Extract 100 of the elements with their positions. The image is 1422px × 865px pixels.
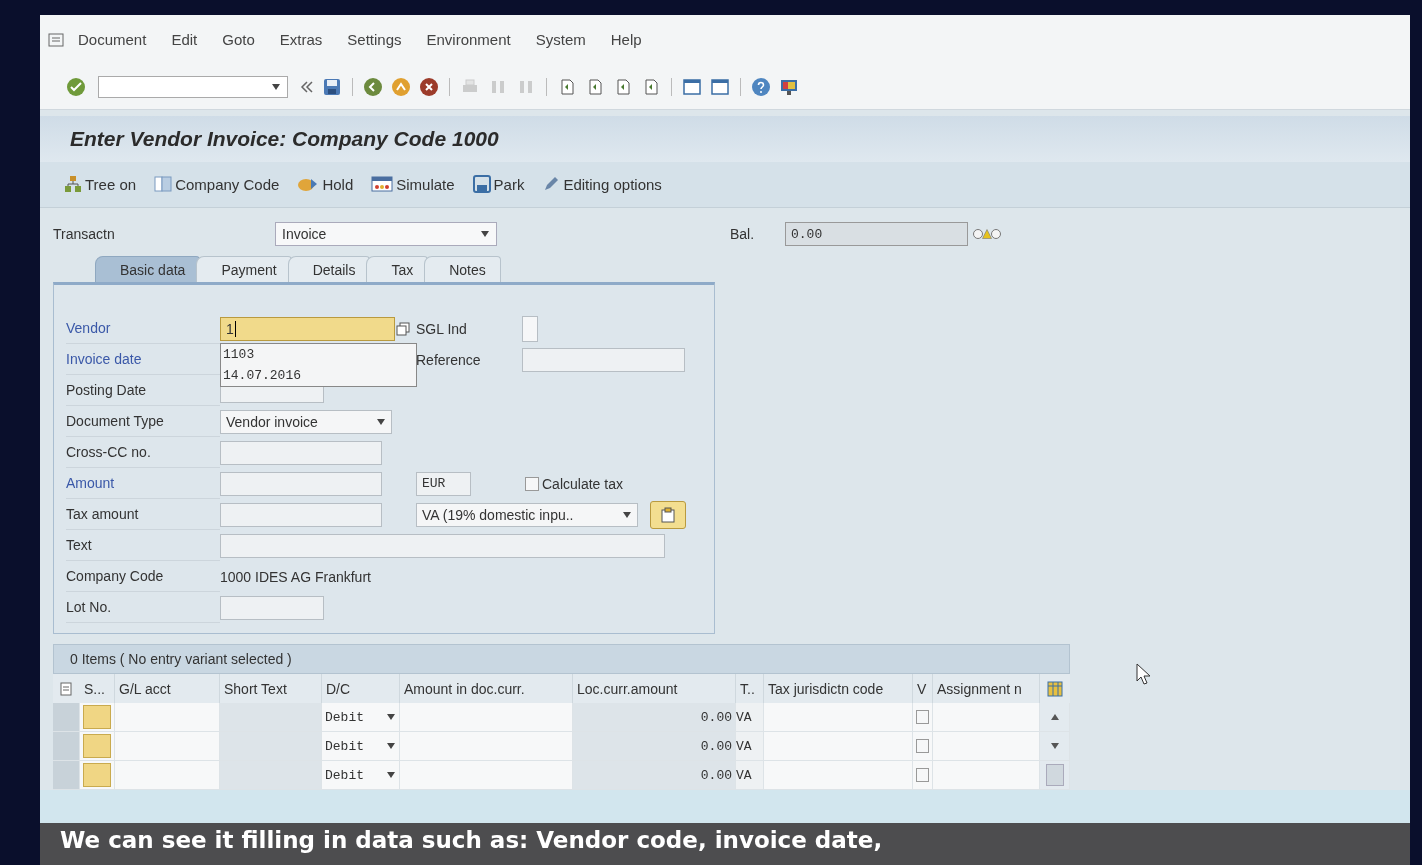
select-all-icon[interactable] xyxy=(59,680,74,697)
suggestion-item[interactable]: 1103 xyxy=(221,343,416,365)
table-cell: 0.00 xyxy=(573,732,736,761)
menu-icon[interactable] xyxy=(48,32,64,47)
table-cell[interactable] xyxy=(115,703,220,732)
document-icon xyxy=(154,175,173,194)
table-settings-icon[interactable] xyxy=(1047,680,1063,697)
menu-item[interactable]: Extras xyxy=(279,31,323,49)
menu-item[interactable]: Goto xyxy=(222,31,255,49)
tab[interactable]: Notes xyxy=(424,256,501,282)
shortcut-icon[interactable] xyxy=(710,76,730,97)
row-selector[interactable] xyxy=(53,732,80,761)
checkbox[interactable] xyxy=(916,768,929,782)
menu-item[interactable]: Help xyxy=(610,31,642,49)
double-chevron-icon[interactable] xyxy=(300,79,314,94)
save-icon[interactable] xyxy=(322,76,342,97)
dropdown[interactable]: Vendor invoice xyxy=(220,409,392,434)
caret-icon xyxy=(386,714,396,720)
save-icon xyxy=(472,175,491,194)
table-cell[interactable] xyxy=(764,703,913,732)
tab[interactable]: Payment xyxy=(196,256,292,282)
table-cell: VA xyxy=(736,732,764,761)
menu-item[interactable]: Edit xyxy=(171,31,198,49)
scroll-up-icon[interactable] xyxy=(1049,714,1060,720)
status-cell xyxy=(80,761,115,790)
table-cell: 0.00 xyxy=(573,761,736,790)
menu-item[interactable]: System xyxy=(535,31,586,49)
currency-field[interactable]: EUR xyxy=(416,471,471,496)
menu-item[interactable]: Environment xyxy=(426,31,511,49)
table-cell[interactable] xyxy=(933,732,1040,761)
mouse-pointer-icon xyxy=(1136,663,1152,685)
cancel-icon[interactable] xyxy=(419,76,439,97)
toolbar-button[interactable]: Simulate xyxy=(369,173,457,196)
caret-icon xyxy=(376,418,386,425)
table-icon xyxy=(371,175,394,194)
field-label: Bal. xyxy=(730,226,756,242)
table-cell[interactable] xyxy=(115,761,220,790)
toolbar-button[interactable]: Park xyxy=(470,173,527,196)
input-field[interactable] xyxy=(220,440,382,465)
table-cell[interactable] xyxy=(933,703,1040,732)
table-cell: 0.00 xyxy=(573,703,736,732)
input-field[interactable] xyxy=(522,347,685,372)
help-icon[interactable] xyxy=(751,76,771,97)
input-field[interactable] xyxy=(220,502,382,527)
command-field[interactable] xyxy=(98,75,288,98)
checkbox[interactable]: Calculate tax xyxy=(525,475,623,492)
toolbar-button[interactable]: Hold xyxy=(295,173,356,196)
input-field[interactable] xyxy=(220,533,665,558)
table-cell[interactable] xyxy=(764,732,913,761)
table-cell: VA xyxy=(736,761,764,790)
menu-item[interactable]: Settings xyxy=(347,31,402,49)
status-cell xyxy=(80,703,115,732)
tab[interactable]: Tax xyxy=(366,256,429,282)
input-field[interactable] xyxy=(220,595,324,620)
tax-code-dropdown[interactable]: VA (19% domestic inpu.. xyxy=(416,502,638,527)
caret-icon xyxy=(386,772,396,778)
copy-icon[interactable] xyxy=(396,321,410,336)
scroll-down-icon[interactable] xyxy=(1049,743,1060,749)
toolbar-button[interactable]: Editing options xyxy=(540,173,664,196)
debit-credit-dropdown[interactable]: Debit xyxy=(322,732,400,761)
back-icon[interactable] xyxy=(363,76,383,97)
suggestion-item[interactable]: 14.07.2016 xyxy=(221,364,416,386)
enter-icon[interactable] xyxy=(66,76,86,97)
table-cell[interactable] xyxy=(400,703,573,732)
row-selector[interactable] xyxy=(53,703,80,732)
checkbox[interactable] xyxy=(916,739,929,753)
transaction-dropdown[interactable]: Invoice xyxy=(275,222,497,246)
input-field[interactable]: 1 xyxy=(220,316,395,341)
field-label: Invoice date xyxy=(66,344,220,375)
field-label: Posting Date xyxy=(66,375,220,406)
clipboard-icon xyxy=(660,506,676,523)
table-cell[interactable] xyxy=(400,732,573,761)
table-cell[interactable] xyxy=(764,761,913,790)
balance-field: 0.00 xyxy=(785,222,968,246)
toolbar-button[interactable]: Company Code xyxy=(152,173,282,196)
table-cell[interactable] xyxy=(400,761,573,790)
tax-button[interactable] xyxy=(650,500,686,529)
input-field[interactable] xyxy=(220,471,382,496)
menu-item[interactable]: Document xyxy=(78,31,147,49)
caret-icon xyxy=(386,743,396,749)
table-cell[interactable] xyxy=(115,732,220,761)
table-cell: VA xyxy=(736,703,764,732)
checkbox[interactable] xyxy=(916,710,929,724)
row-selector[interactable] xyxy=(53,761,80,790)
field-label: Transactn xyxy=(53,226,116,242)
new-window-icon[interactable] xyxy=(682,76,702,97)
debit-credit-dropdown[interactable]: Debit xyxy=(322,703,400,732)
status-lights-icon xyxy=(972,228,1002,240)
caret-icon xyxy=(480,231,490,237)
field-label: Reference xyxy=(416,351,482,368)
caret-icon xyxy=(622,511,632,518)
hierarchy-icon xyxy=(64,175,82,194)
table-cell[interactable] xyxy=(933,761,1040,790)
debit-credit-dropdown[interactable]: Debit xyxy=(322,761,400,790)
scroll-thumb[interactable] xyxy=(1045,764,1064,786)
input-field[interactable] xyxy=(522,315,538,342)
toolbar-button[interactable]: Tree on xyxy=(62,173,139,196)
field-label: Company Code xyxy=(66,561,220,592)
tab[interactable]: Details xyxy=(287,256,371,282)
exit-icon[interactable] xyxy=(391,76,411,97)
